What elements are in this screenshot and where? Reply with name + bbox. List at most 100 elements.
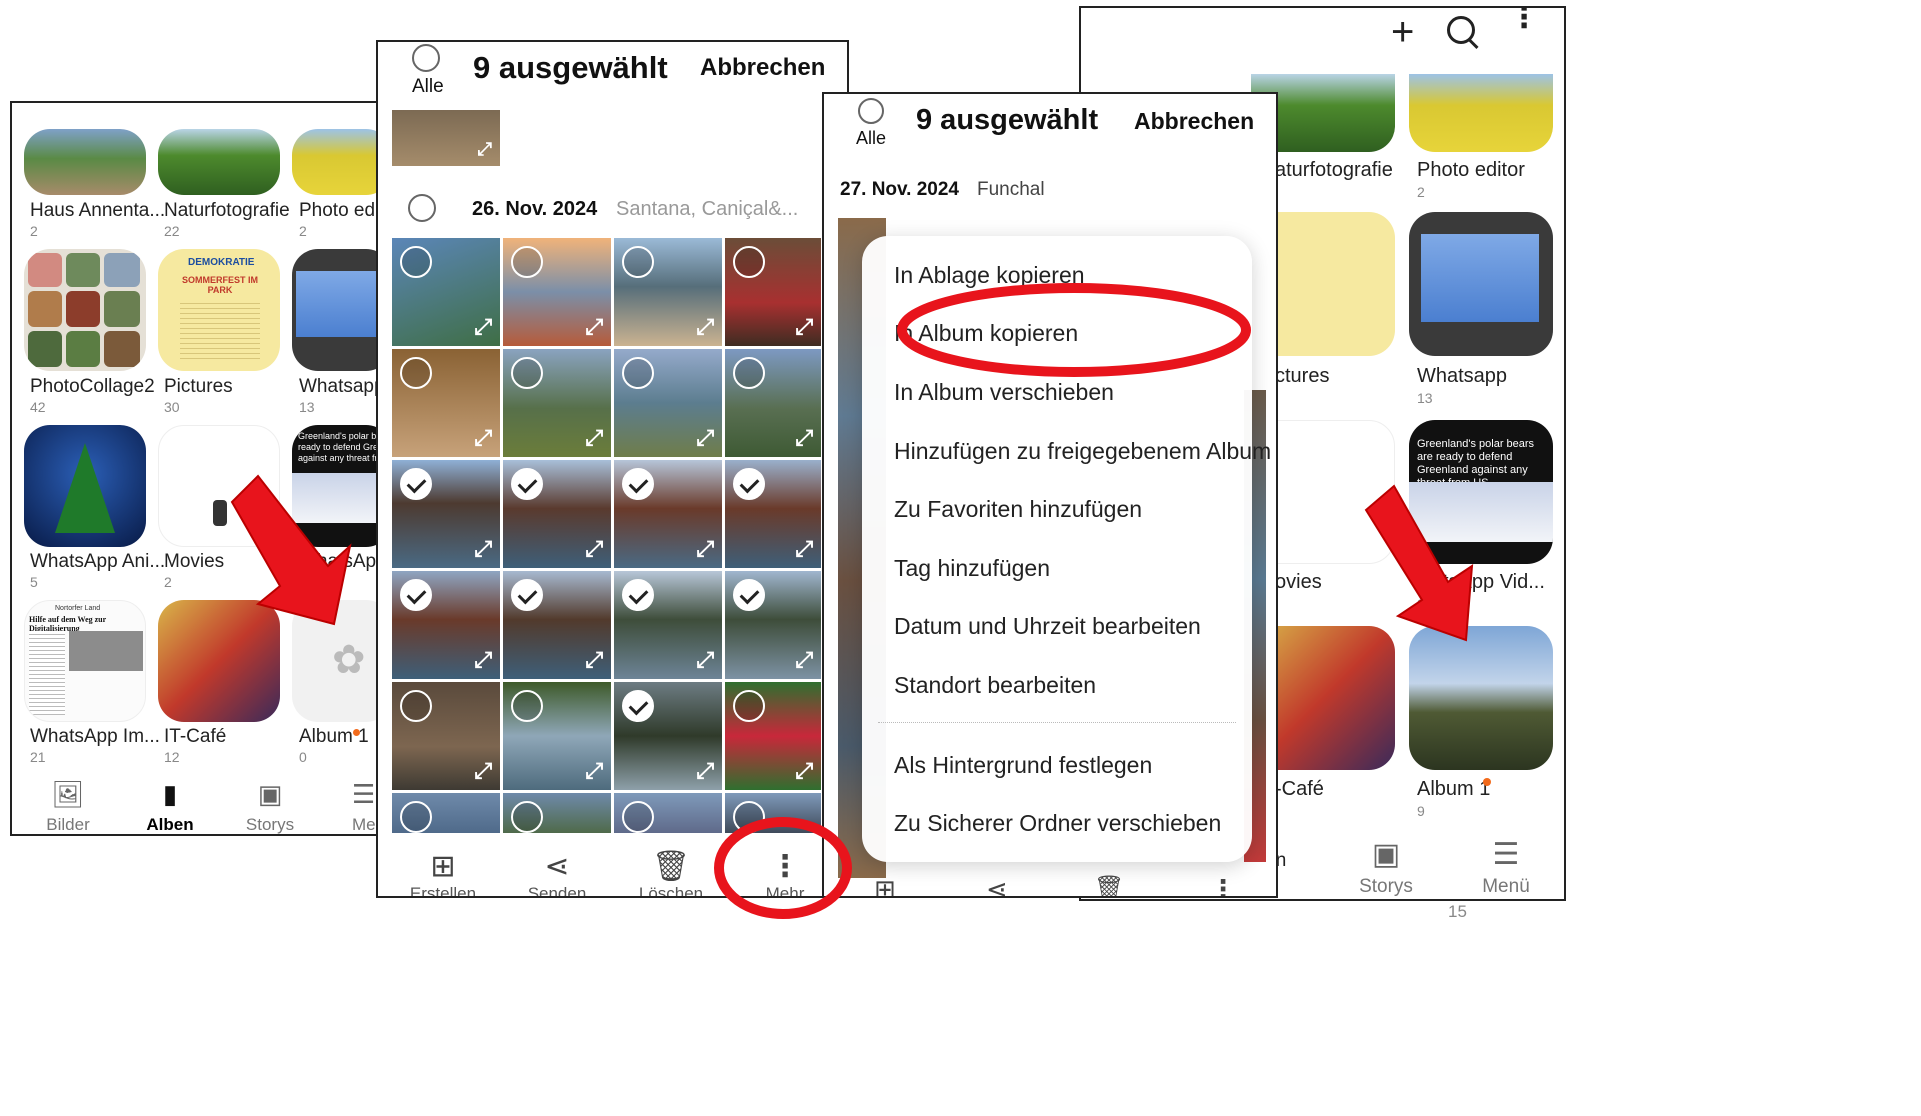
trash-icon[interactable]: 🗑: [1094, 874, 1124, 896]
album-thumb-natur[interactable]: [158, 129, 280, 195]
checked-circle-icon[interactable]: [400, 579, 432, 611]
menu-edit-location[interactable]: Standort bearbeiten: [894, 672, 1096, 699]
more-button[interactable]: ⋮ Mehr: [740, 850, 830, 896]
photo-cell[interactable]: ⤢: [725, 238, 821, 346]
nav-storys[interactable]: ▣ Storys: [240, 779, 300, 834]
expand-icon[interactable]: ⤢: [795, 758, 813, 784]
unchecked-circle-icon[interactable]: [400, 690, 432, 722]
date-select-checkbox[interactable]: [408, 194, 436, 222]
select-all-checkbox[interactable]: [858, 98, 884, 124]
expand-icon[interactable]: ⤢: [696, 758, 714, 784]
unchecked-circle-icon[interactable]: [733, 246, 765, 278]
cancel-button[interactable]: Abbrechen: [700, 54, 825, 82]
nav-storys[interactable]: ▣ Storys: [1351, 840, 1421, 898]
expand-icon[interactable]: ⤢: [474, 536, 492, 562]
album-thumb-pictures[interactable]: DEMOKRATIE SOMMERFEST IM PARK: [158, 249, 280, 371]
album-thumb-album1[interactable]: ✿: [292, 600, 378, 722]
expand-icon[interactable]: ⤢: [696, 314, 714, 340]
menu-move-secure-folder[interactable]: Zu Sicherer Ordner verschieben: [894, 810, 1221, 837]
photo-cell[interactable]: [725, 793, 821, 833]
unchecked-circle-icon[interactable]: [400, 246, 432, 278]
unchecked-circle-icon[interactable]: [400, 801, 432, 833]
more-vertical-icon[interactable]: ⋮: [1509, 8, 1539, 33]
album-thumb-whatsapp-ani[interactable]: [24, 425, 146, 547]
photo-cell[interactable]: ⤢: [725, 571, 821, 679]
nav-bilder[interactable]: 🖼 Bilder: [38, 779, 98, 834]
checked-circle-icon[interactable]: [400, 468, 432, 500]
nav-menu[interactable]: ☰ Men: [342, 779, 378, 834]
share-icon[interactable]: ⋖: [986, 874, 1008, 896]
more-vertical-icon[interactable]: ⋮: [1210, 874, 1236, 896]
add-icon[interactable]: +: [1391, 12, 1414, 52]
menu-move-to-album[interactable]: In Album verschieben: [894, 379, 1114, 406]
nav-menu[interactable]: ☰ Menü: [1471, 840, 1541, 898]
select-all-checkbox[interactable]: [412, 44, 440, 72]
album-thumb-whatsapp-video[interactable]: Greenland's polar bears are ready to def…: [1409, 420, 1553, 564]
unchecked-circle-icon[interactable]: [400, 357, 432, 389]
expand-icon[interactable]: ⤢: [585, 314, 603, 340]
album-thumb-photo-editor[interactable]: [1409, 74, 1553, 152]
cancel-button[interactable]: Abbrechen: [1134, 108, 1254, 135]
album-thumb-collage[interactable]: [24, 249, 146, 371]
photo-cell[interactable]: ⤢: [614, 460, 722, 568]
nav-alben[interactable]: ▮ Alben: [140, 779, 200, 834]
photo-cell[interactable]: ⤢: [503, 349, 611, 457]
photo-cell[interactable]: [392, 793, 500, 833]
photo-cell[interactable]: ⤢: [725, 460, 821, 568]
album-thumb-album1[interactable]: [1409, 626, 1553, 770]
expand-icon[interactable]: ⤢: [585, 536, 603, 562]
checked-circle-icon[interactable]: [622, 690, 654, 722]
create-icon[interactable]: ⊞: [874, 874, 896, 896]
checked-circle-icon[interactable]: [622, 468, 654, 500]
checked-circle-icon[interactable]: [733, 579, 765, 611]
album-thumb-movies[interactable]: [158, 425, 280, 547]
delete-button[interactable]: 🗑 Löschen: [626, 850, 716, 896]
album-thumb-whatsapp[interactable]: [1409, 212, 1553, 356]
expand-icon[interactable]: ⤢: [696, 425, 714, 451]
photo-cell[interactable]: ⤢: [503, 571, 611, 679]
menu-add-shared-album[interactable]: Hinzufügen zu freigegebenem Album: [894, 438, 1271, 465]
album-thumb-whatsapp-video[interactable]: Greenland's polar be ready to defend Gre…: [292, 425, 378, 547]
expand-icon[interactable]: ⤢: [474, 314, 492, 340]
expand-icon[interactable]: ⤢: [795, 425, 813, 451]
expand-icon[interactable]: ⤢: [795, 314, 813, 340]
menu-add-tag[interactable]: Tag hinzufügen: [894, 555, 1050, 582]
menu-copy-to-album[interactable]: In Album kopieren: [894, 320, 1078, 347]
photo-cell[interactable]: ⤢: [614, 238, 722, 346]
menu-set-wallpaper[interactable]: Als Hintergrund festlegen: [894, 752, 1152, 779]
expand-icon[interactable]: ⤢: [795, 536, 813, 562]
unchecked-circle-icon[interactable]: [511, 801, 543, 833]
unchecked-circle-icon[interactable]: [511, 690, 543, 722]
photo-cell[interactable]: ⤢: [725, 682, 821, 790]
photo-cell[interactable]: ⤢: [392, 349, 500, 457]
album-thumb-it-cafe[interactable]: [158, 600, 280, 722]
share-button[interactable]: ⋖ Senden: [512, 850, 602, 896]
album-thumb-whatsapp-im[interactable]: Nortorfer Land Hilfe auf dem Weg zur Dig…: [24, 600, 146, 722]
photo-cell[interactable]: ⤢: [614, 571, 722, 679]
checked-circle-icon[interactable]: [511, 468, 543, 500]
album-thumb-photo-editor[interactable]: [292, 129, 378, 195]
expand-icon[interactable]: ⤢: [474, 758, 492, 784]
album-thumb-haus[interactable]: [24, 129, 146, 195]
checked-circle-icon[interactable]: [733, 468, 765, 500]
checked-circle-icon[interactable]: [511, 579, 543, 611]
photo-cell[interactable]: ⤢: [503, 682, 611, 790]
unchecked-circle-icon[interactable]: [511, 246, 543, 278]
expand-icon[interactable]: ⤢: [585, 647, 603, 673]
expand-icon[interactable]: ⤢: [585, 425, 603, 451]
album-thumb-whatsapp[interactable]: [292, 249, 378, 371]
checked-circle-icon[interactable]: [622, 579, 654, 611]
expand-icon[interactable]: ⤢: [696, 536, 714, 562]
menu-edit-date-time[interactable]: Datum und Uhrzeit bearbeiten: [894, 613, 1201, 640]
unchecked-circle-icon[interactable]: [622, 246, 654, 278]
expand-icon[interactable]: ⤢: [474, 647, 492, 673]
photo-cell[interactable]: [503, 793, 611, 833]
expand-icon[interactable]: ⤢: [474, 425, 492, 451]
menu-copy-clipboard[interactable]: In Ablage kopieren: [894, 262, 1085, 289]
photo-cell[interactable]: ⤢: [503, 460, 611, 568]
unchecked-circle-icon[interactable]: [733, 690, 765, 722]
photo-cell[interactable]: ⤢: [392, 682, 500, 790]
unchecked-circle-icon[interactable]: [733, 801, 765, 833]
photo-cell[interactable]: ⤢: [614, 349, 722, 457]
unchecked-circle-icon[interactable]: [511, 357, 543, 389]
